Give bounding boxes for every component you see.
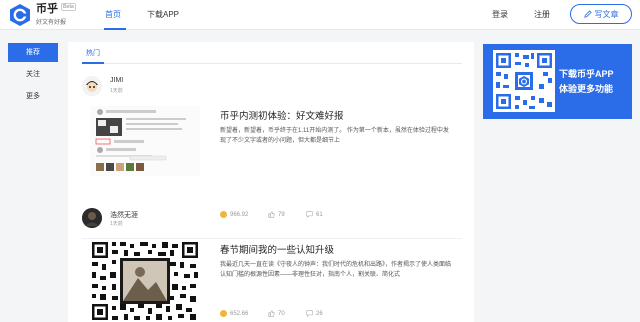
top-header: 币乎 Beta 好文有好报 首页 下载APP 登录 注册 写文章 [0, 0, 640, 30]
register-link[interactable]: 注册 [534, 9, 550, 20]
nav-download-app[interactable]: 下载APP [147, 9, 179, 20]
qr-code-frame [493, 50, 555, 112]
pencil-icon [583, 10, 592, 18]
tab-active-indicator [82, 62, 104, 64]
menu-item-follow[interactable]: 关注 [8, 65, 58, 84]
post-thumbnail[interactable] [90, 106, 200, 176]
feed-tabbar: 热门 [82, 46, 462, 64]
post-title[interactable]: 春节期间我的一些认知升级 [220, 242, 334, 256]
post-time: 1天前 [110, 221, 123, 227]
coin-icon [220, 310, 227, 317]
bihu-logo-icon[interactable] [8, 3, 32, 27]
ad-line-1: 下载币乎APP [559, 69, 614, 79]
cartoon-avatar-icon [82, 76, 102, 96]
post-excerpt: 新望着，新望着，币乎终于在1.11开始内测了。 作为第一个新本，虽然在体验过程中… [220, 128, 449, 144]
main-feed: 热门 JIMI 1天前 币乎内测初体验：好文难好报 新望着，新望着，币乎终于在1… [68, 42, 474, 322]
post-title[interactable]: 币乎内测初体验：好文难好报 [220, 108, 344, 122]
tab-hot[interactable]: 热门 [86, 48, 100, 58]
comment-count: 26 [316, 310, 323, 317]
author-name[interactable]: JIMI [110, 77, 123, 84]
menu-item-recommend[interactable]: 推荐 [8, 43, 58, 62]
write-article-label: 写文章 [594, 9, 619, 19]
app-qr-code-icon [496, 53, 552, 109]
left-menu: 推荐 关注 更多 [8, 43, 58, 109]
qr-code-image [90, 240, 200, 322]
ad-line-2: 体验更多功能 [559, 84, 614, 94]
post-time: 1天前 [110, 88, 123, 94]
post-card[interactable]: 浩然无涯 1天前 春节期间我的一些认知升级 我最近几天一直在读《守夜人的钟声：我… [82, 204, 462, 322]
author-name[interactable]: 浩然无涯 [110, 210, 138, 220]
nav-active-indicator [104, 28, 126, 30]
beta-badge: Beta [61, 3, 76, 11]
coin-stat: 652.66 [220, 310, 248, 317]
avatar[interactable] [82, 208, 102, 228]
nav-home[interactable]: 首页 [105, 9, 121, 20]
menu-item-more[interactable]: 更多 [8, 87, 58, 106]
thumbs-up-icon [268, 310, 275, 317]
login-link[interactable]: 登录 [492, 9, 508, 20]
screenshot-thumbnail-image [90, 106, 200, 176]
comment-icon [306, 310, 313, 317]
like-count: 70 [278, 310, 285, 317]
write-article-button[interactable]: 写文章 [570, 4, 632, 24]
photo-avatar-icon [82, 208, 102, 228]
brand-name: 币乎 [36, 3, 58, 15]
brand[interactable]: 币乎 Beta 好文有好报 [36, 3, 76, 26]
brand-slogan: 好文有好报 [36, 20, 67, 26]
comment-stat[interactable]: 26 [306, 310, 323, 317]
post-thumbnail[interactable] [90, 240, 200, 322]
like-stat[interactable]: 70 [268, 310, 285, 317]
coin-count: 652.66 [230, 310, 249, 317]
download-app-ad[interactable]: 下载币乎APP 体验更多功能 [483, 44, 632, 119]
post-excerpt: 我最近几天一直在读《守夜人的钟声：我们时代的危机和出路》，作者揭示了使人类面临认… [220, 262, 452, 278]
avatar[interactable] [82, 76, 102, 96]
